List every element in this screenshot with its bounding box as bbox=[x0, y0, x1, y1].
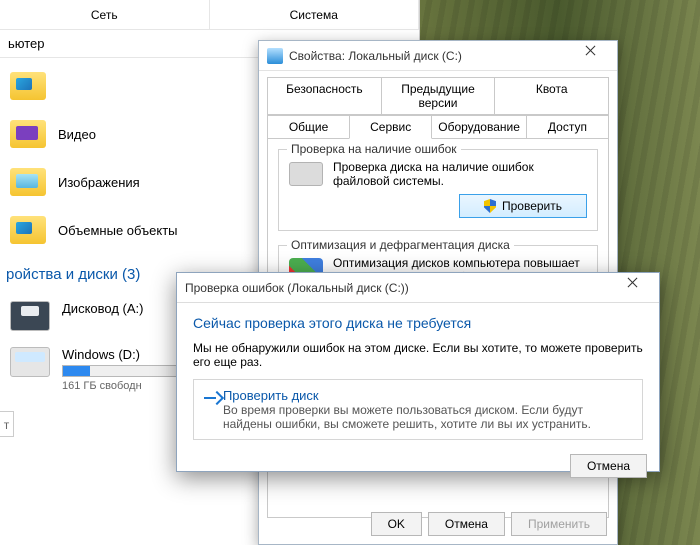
drive-icon bbox=[267, 48, 283, 64]
error-checking-group: Проверка на наличие ошибок Проверка диск… bbox=[278, 149, 598, 231]
disk-icon bbox=[289, 162, 323, 186]
collapsed-nav-pane[interactable]: т bbox=[0, 411, 14, 437]
folder-label: Изображения bbox=[58, 175, 140, 190]
ribbon-tab-network[interactable]: Сеть bbox=[0, 0, 210, 29]
hdd-drive-icon bbox=[10, 347, 50, 377]
close-icon bbox=[584, 50, 595, 61]
folder-icon bbox=[10, 120, 46, 148]
folder-label: Объемные объекты bbox=[58, 223, 178, 238]
option-title: Проверить диск bbox=[223, 388, 632, 403]
folder-icon bbox=[10, 168, 46, 196]
tab-sharing[interactable]: Доступ bbox=[526, 115, 609, 139]
check-heading: Сейчас проверка этого диска не требуется bbox=[193, 315, 643, 331]
tab-hardware[interactable]: Оборудование bbox=[431, 115, 527, 139]
properties-title-bar[interactable]: Свойства: Локальный диск (C:) bbox=[259, 41, 617, 71]
tab-tools[interactable]: Сервис bbox=[349, 115, 432, 139]
tab-quota[interactable]: Квота bbox=[494, 77, 609, 115]
drive-label: Дисковод (A:) bbox=[62, 301, 143, 316]
group-title: Проверка на наличие ошибок bbox=[287, 142, 461, 156]
check-button[interactable]: Проверить bbox=[459, 194, 587, 218]
folder-label: Видео bbox=[58, 127, 96, 142]
dialog-title: Свойства: Локальный диск (C:) bbox=[289, 49, 462, 63]
tab-general[interactable]: Общие bbox=[267, 115, 350, 139]
arrow-right-icon bbox=[204, 390, 213, 406]
cancel-button[interactable]: Отмена bbox=[570, 454, 647, 478]
drive-capacity-fill bbox=[63, 366, 90, 376]
group-title: Оптимизация и дефрагментация диска bbox=[287, 238, 514, 252]
option-subtitle: Во время проверки вы можете пользоваться… bbox=[223, 403, 632, 431]
check-body-text: Мы не обнаружили ошибок на этом диске. Е… bbox=[193, 341, 643, 369]
check-title-bar[interactable]: Проверка ошибок (Локальный диск (C:)) bbox=[177, 273, 659, 303]
check-button-label: Проверить bbox=[502, 199, 562, 213]
dialog-title: Проверка ошибок (Локальный диск (C:)) bbox=[185, 281, 409, 295]
error-check-dialog: Проверка ошибок (Локальный диск (C:)) Се… bbox=[176, 272, 660, 472]
scan-drive-option[interactable]: Проверить диск Во время проверки вы може… bbox=[193, 379, 643, 440]
close-icon bbox=[626, 282, 637, 293]
properties-tabstrip: Безопасность Предыдущие версии Квота Общ… bbox=[259, 71, 617, 139]
folder-icon bbox=[10, 216, 46, 244]
ribbon-tab-system[interactable]: Система bbox=[210, 0, 420, 29]
ok-button[interactable]: OK bbox=[371, 512, 422, 536]
explorer-ribbon-tabs: Сеть Система bbox=[0, 0, 419, 30]
floppy-drive-icon bbox=[10, 301, 50, 331]
apply-button: Применить bbox=[511, 512, 607, 536]
tab-security[interactable]: Безопасность bbox=[267, 77, 382, 115]
folder-icon bbox=[10, 72, 46, 100]
tab-previous-versions[interactable]: Предыдущие версии bbox=[381, 77, 496, 115]
close-button[interactable] bbox=[611, 273, 651, 303]
group-desc: Проверка диска на наличие ошибок файлово… bbox=[333, 160, 587, 188]
uac-shield-icon bbox=[484, 199, 496, 213]
cancel-button[interactable]: Отмена bbox=[428, 512, 505, 536]
close-button[interactable] bbox=[569, 41, 609, 71]
dialog-button-row: OK Отмена Применить bbox=[371, 512, 607, 536]
